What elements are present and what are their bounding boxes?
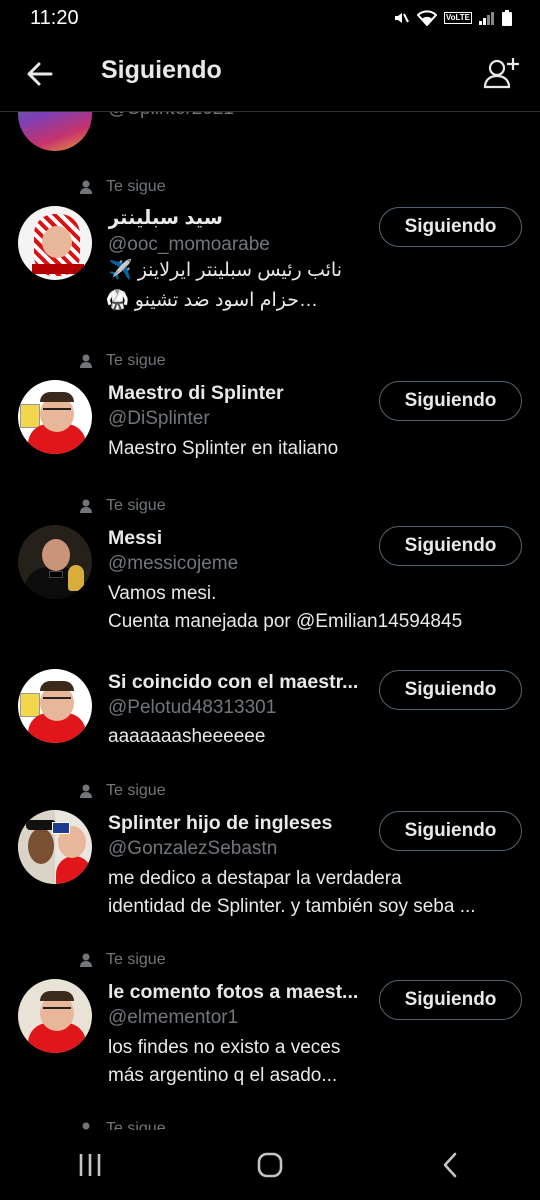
avatar[interactable]: [18, 380, 92, 454]
follows-you-indicator: Te sigue: [80, 951, 166, 969]
following-button[interactable]: Siguiendo: [379, 381, 522, 421]
status-icons: VoLTE: [392, 9, 512, 27]
person-icon: [80, 180, 92, 194]
chevron-left-icon: [443, 1152, 457, 1178]
signal-icon: [479, 11, 495, 25]
user-bio-line: aaaaaaasheeeeee: [108, 726, 266, 747]
battery-icon: [502, 10, 512, 26]
user-bio-line: más argentino q el asado...: [108, 1065, 338, 1086]
follows-you-label: Te sigue: [106, 178, 166, 195]
person-icon: [80, 499, 92, 513]
app-header: Siguiendo: [0, 36, 540, 112]
avatar[interactable]: [18, 112, 92, 151]
follows-you-indicator: Te sigue: [80, 352, 166, 370]
following-button[interactable]: Siguiendo: [379, 980, 522, 1020]
user-handle: @ooc_momoarabe: [108, 234, 270, 255]
user-bio-line: me dedico a destapar la verdadera: [108, 868, 402, 889]
user-name: le comento fotos a maest...: [108, 981, 359, 1003]
user-handle: @Pelotud48313301: [108, 697, 277, 718]
home-button[interactable]: [240, 1140, 300, 1190]
user-handle: @GonzalezSebastn: [108, 838, 278, 859]
follows-you-label: Te sigue: [106, 782, 166, 799]
page-title: Siguiendo: [101, 56, 222, 84]
mute-icon: [392, 9, 410, 27]
back-nav-button[interactable]: [420, 1140, 480, 1190]
user-bio-line: Vamos mesi.: [108, 583, 217, 604]
volte-icon: VoLTE: [443, 12, 472, 24]
following-list: @Splinter2021 Te sigue سيد سبلينتر @ooc_…: [0, 112, 540, 1130]
follows-you-indicator: Te sigue: [80, 782, 166, 800]
status-time: 11:20: [30, 6, 79, 29]
home-icon: [257, 1152, 283, 1178]
user-handle: @elmementor1: [108, 1007, 239, 1028]
follows-you-indicator: Te sigue: [80, 497, 166, 515]
user-bio-line: Maestro Splinter en italiano: [108, 438, 339, 459]
add-user-icon: [483, 58, 519, 89]
user-bio-line: Cuenta manejada por @Emilian14594845: [108, 611, 463, 632]
following-button[interactable]: Siguiendo: [379, 526, 522, 566]
follows-you-label: Te sigue: [106, 951, 166, 968]
user-name: Maestro di Splinter: [108, 382, 284, 404]
system-nav-bar: [0, 1130, 540, 1200]
avatar[interactable]: [18, 669, 92, 743]
wifi-icon: [416, 10, 437, 26]
arrow-left-icon: [27, 62, 53, 86]
follows-you-label: Te sigue: [106, 352, 166, 369]
avatar[interactable]: [18, 810, 92, 884]
user-handle: @Splinter2021: [108, 112, 234, 120]
follows-you-indicator: Te sigue: [80, 1120, 166, 1130]
user-handle: @DiSplinter: [108, 408, 210, 429]
avatar[interactable]: [18, 206, 92, 280]
person-icon: [80, 354, 92, 368]
follows-you-label: Te sigue: [106, 1120, 166, 1130]
person-icon: [80, 784, 92, 798]
user-bio-line: …حزام اسود ضد تشينو 🥋: [105, 290, 318, 311]
user-bio-line: los findes no existo a veces: [108, 1037, 341, 1058]
user-name: Splinter hijo de ingleses: [108, 812, 333, 834]
user-name: Messi: [108, 527, 163, 549]
user-handle: @messicojeme: [108, 553, 239, 574]
person-icon: [82, 1122, 90, 1130]
add-user-button[interactable]: [480, 52, 524, 96]
follows-you-label: Te sigue: [106, 497, 166, 514]
user-name: Si coincido con el maestr...: [108, 671, 359, 693]
following-button[interactable]: Siguiendo: [379, 670, 522, 710]
status-bar: 11:20 VoLTE: [0, 0, 540, 36]
avatar[interactable]: [18, 525, 92, 599]
follows-you-indicator: Te sigue: [80, 178, 166, 196]
back-button[interactable]: [22, 56, 58, 92]
user-name: سيد سبلينتر: [108, 207, 223, 229]
person-icon: [80, 953, 92, 967]
recent-apps-icon: [79, 1154, 101, 1176]
following-button[interactable]: Siguiendo: [379, 207, 522, 247]
user-bio-line: نائب رئيس سبلينتر ايرلاينز ✈️: [108, 260, 342, 281]
recent-apps-button[interactable]: [60, 1140, 120, 1190]
avatar[interactable]: [18, 979, 92, 1053]
user-bio-line: identidad de Splinter. y también soy seb…: [108, 896, 476, 917]
following-button[interactable]: Siguiendo: [379, 811, 522, 851]
